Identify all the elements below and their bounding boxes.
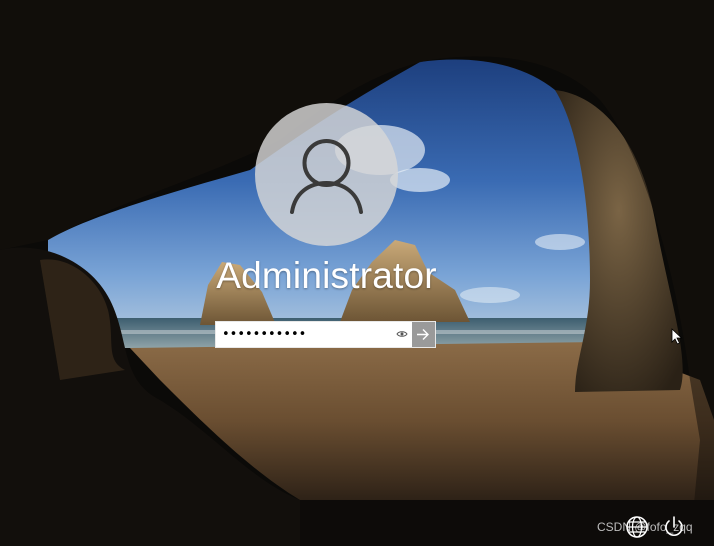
- password-field[interactable]: [215, 321, 436, 348]
- submit-button[interactable]: [412, 322, 435, 347]
- power-icon[interactable]: [662, 515, 686, 539]
- eye-icon: [396, 331, 408, 337]
- reveal-password-button[interactable]: [392, 322, 412, 347]
- arrow-right-icon: [417, 329, 429, 340]
- user-silhouette-icon: [290, 139, 363, 214]
- password-input[interactable]: [216, 322, 392, 347]
- username-label: Administrator: [216, 255, 437, 296]
- ease-of-access-icon[interactable]: [625, 515, 649, 539]
- mouse-pointer-icon: [671, 328, 683, 345]
- user-avatar: [255, 103, 398, 246]
